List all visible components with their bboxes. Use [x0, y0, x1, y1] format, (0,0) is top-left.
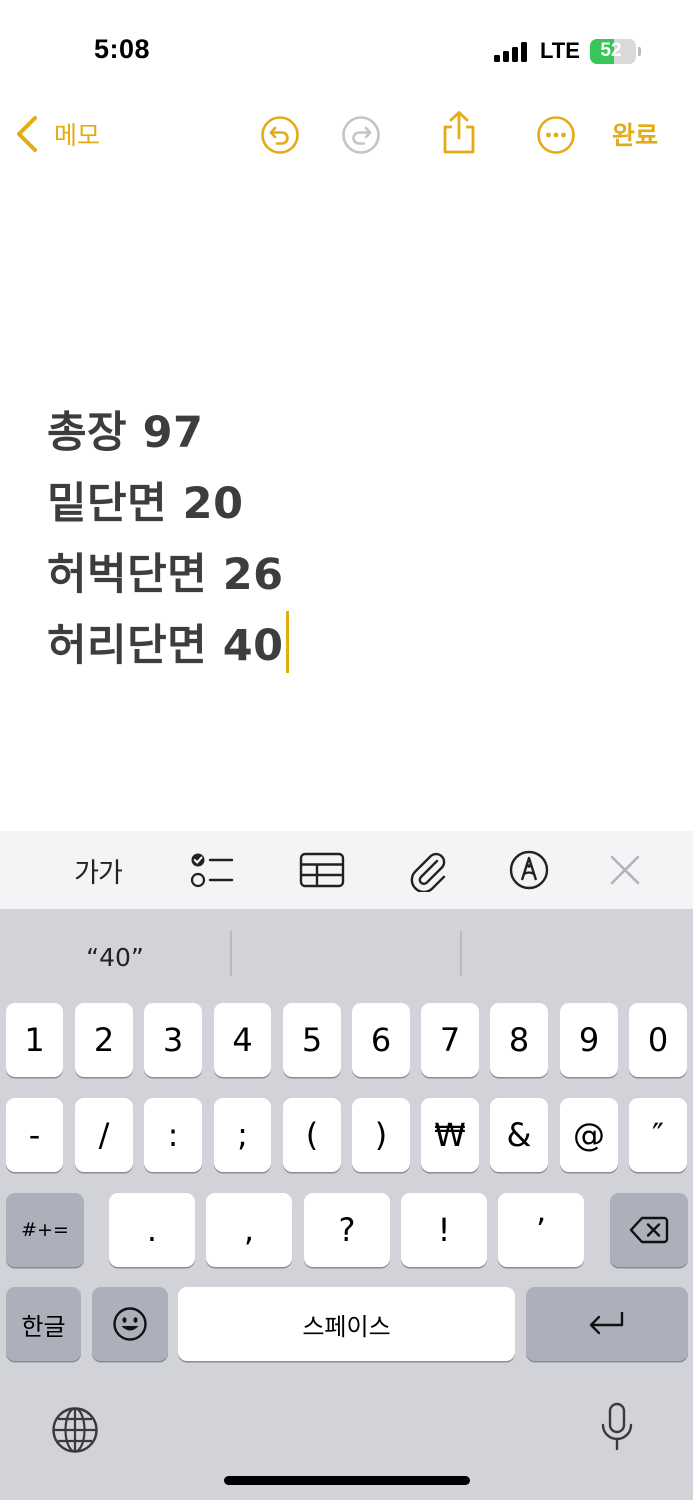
status-time: 5:08 — [94, 34, 151, 64]
dictation-button[interactable] — [598, 1401, 636, 1459]
emoji-icon — [113, 1307, 147, 1341]
key-period[interactable]: . — [109, 1193, 195, 1267]
key-open-paren[interactable]: ( — [283, 1098, 341, 1172]
share-icon — [443, 111, 475, 154]
key-exclamation[interactable]: ! — [401, 1193, 487, 1267]
undo-icon — [261, 116, 299, 154]
paperclip-icon — [410, 852, 446, 892]
text-cursor — [285, 611, 289, 673]
close-toolbar-button[interactable] — [604, 847, 646, 893]
key-quote[interactable]: ″ — [629, 1098, 687, 1172]
key-close-paren[interactable]: ) — [352, 1098, 410, 1172]
backspace-icon — [629, 1216, 669, 1244]
key-hyphen[interactable]: - — [6, 1098, 63, 1172]
globe-icon — [52, 1407, 98, 1453]
prediction-divider — [230, 931, 232, 976]
key-comma[interactable]: , — [206, 1193, 292, 1267]
redo-button[interactable] — [341, 115, 381, 159]
more-button[interactable] — [536, 115, 576, 159]
checklist-button[interactable] — [186, 847, 236, 893]
key-9[interactable]: 9 — [560, 1003, 618, 1077]
note-line: 총장 97 — [47, 408, 204, 458]
chevron-left-icon — [17, 116, 37, 152]
key-apostrophe[interactable]: ’ — [498, 1193, 584, 1267]
note-line: 허벅단면 26 — [47, 550, 284, 600]
home-indicator — [224, 1476, 470, 1485]
redo-icon — [342, 116, 380, 154]
space-key[interactable]: 스페이스 — [178, 1287, 515, 1361]
close-icon — [610, 855, 640, 885]
key-7[interactable]: 7 — [421, 1003, 479, 1077]
microphone-icon — [601, 1402, 633, 1451]
ellipsis-circle-icon — [537, 116, 575, 154]
key-0[interactable]: 0 — [629, 1003, 687, 1077]
key-4[interactable]: 4 — [214, 1003, 271, 1077]
table-button[interactable] — [296, 847, 348, 893]
keyboard: “40” 1 2 3 4 5 6 7 8 9 0 - / : ; ( ) ₩ &… — [0, 909, 693, 1500]
symbols-toggle-key[interactable]: #+= — [6, 1193, 84, 1267]
key-ampersand[interactable]: & — [490, 1098, 548, 1172]
checklist-icon — [190, 853, 234, 888]
key-slash[interactable]: / — [75, 1098, 133, 1172]
key-2[interactable]: 2 — [75, 1003, 133, 1077]
markup-button[interactable] — [506, 847, 552, 893]
globe-button[interactable] — [50, 1405, 100, 1459]
key-6[interactable]: 6 — [352, 1003, 410, 1077]
attachment-button[interactable] — [404, 847, 450, 893]
return-icon — [589, 1312, 624, 1335]
done-button[interactable]: 완료 — [612, 116, 658, 152]
note-line-last: 허리단면 40 — [47, 611, 289, 682]
format-toolbar: 가가 — [0, 831, 693, 909]
key-5[interactable]: 5 — [283, 1003, 341, 1077]
key-8[interactable]: 8 — [490, 1003, 548, 1077]
key-won[interactable]: ₩ — [421, 1098, 479, 1172]
emoji-key[interactable] — [92, 1287, 168, 1361]
language-key[interactable]: 한글 — [6, 1287, 81, 1361]
note-body[interactable]: 총장 97 밑단면 20 허벅단면 26 허리단면 40 — [47, 398, 289, 682]
text-format-button[interactable]: 가가 — [66, 847, 130, 893]
note-line-text: 허리단면 40 — [47, 621, 284, 671]
undo-button[interactable] — [260, 115, 300, 159]
delete-key[interactable] — [610, 1193, 688, 1267]
key-1[interactable]: 1 — [6, 1003, 63, 1077]
key-colon[interactable]: : — [144, 1098, 202, 1172]
key-at[interactable]: @ — [560, 1098, 618, 1172]
back-label: 메모 — [54, 121, 101, 150]
note-line: 밑단면 20 — [47, 479, 244, 529]
share-button[interactable] — [440, 110, 478, 160]
battery-percent: 52 — [600, 40, 622, 61]
prediction-divider — [460, 931, 462, 976]
back-button[interactable]: 메모 — [14, 114, 100, 154]
network-type: LTE — [540, 38, 580, 63]
key-question[interactable]: ? — [304, 1193, 390, 1267]
return-key[interactable] — [526, 1287, 688, 1361]
key-semicolon[interactable]: ; — [214, 1098, 271, 1172]
cellular-signal-icon — [494, 42, 530, 62]
pen-circle-icon — [509, 850, 549, 890]
battery-icon: 52 — [590, 39, 636, 64]
key-3[interactable]: 3 — [144, 1003, 202, 1077]
battery-cap — [638, 47, 641, 56]
prediction-suggestion[interactable]: “40” — [40, 937, 190, 977]
table-icon — [299, 852, 345, 888]
